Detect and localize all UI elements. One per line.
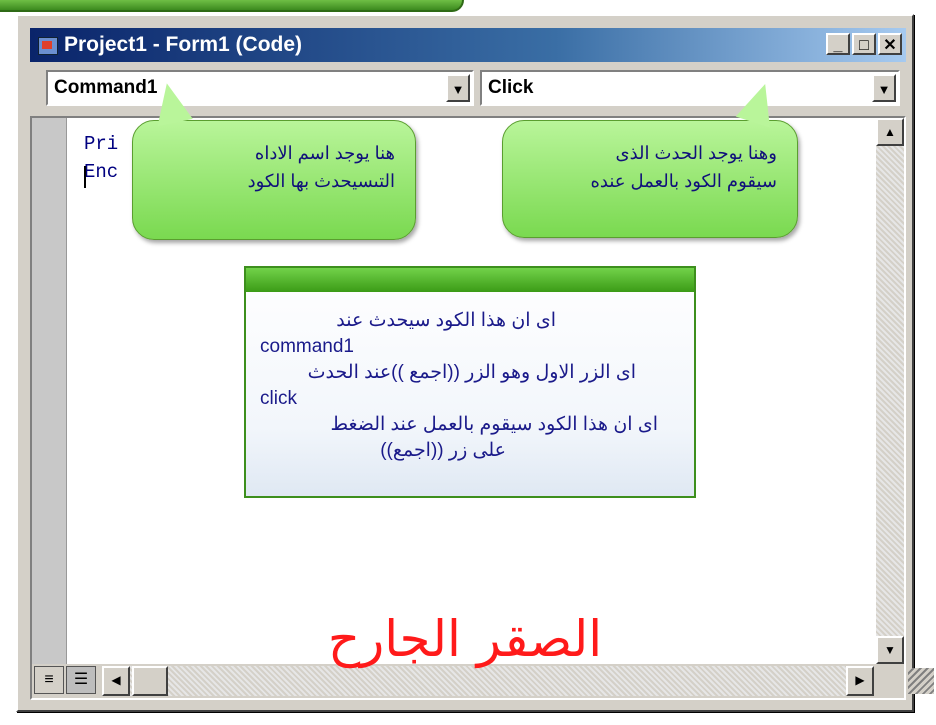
- procedure-view-icon[interactable]: ≡: [34, 666, 64, 694]
- close-button[interactable]: ✕: [878, 33, 902, 55]
- note-line: اى ان هذا الكود سيحدث عند: [336, 310, 556, 331]
- object-callout: هنا يوجد اسم الاداه التىسيحدث بها الكود: [132, 79, 416, 240]
- note-line: على زر ((اجمع)): [380, 440, 506, 461]
- event-callout-line2: سيقوم الكود بالعمل عنده: [590, 171, 777, 191]
- object-callout-line1: هنا يوجد اسم الاداه: [254, 143, 395, 163]
- note-line: اى ان هذا الكود سيقوم بالعمل عند الضغط: [330, 414, 658, 435]
- title-bar[interactable]: Project1 - Form1 (Code) _ □ ✕: [30, 28, 906, 62]
- note-header-band: [246, 268, 694, 292]
- note-line: اى الزر الاول وهو الزر ((اجمع ))عند الحد…: [307, 362, 636, 383]
- object-combobox-value: Command1: [54, 77, 158, 98]
- maximize-button[interactable]: □: [852, 33, 876, 55]
- window-title: Project1 - Form1 (Code): [64, 33, 303, 56]
- explanation-note: اى ان هذا الكود سيحدث عند command1 اى ال…: [244, 266, 696, 498]
- top-decoration-tab: [0, 0, 464, 12]
- margin-indicator-bar: [32, 118, 67, 664]
- event-callout: وهنا يوجد الحدث الذى سيقوم الكود بالعمل …: [502, 78, 798, 238]
- scroll-down-icon[interactable]: ▼: [876, 636, 904, 664]
- scroll-left-icon[interactable]: ◀: [102, 666, 130, 696]
- note-line: click: [260, 388, 297, 409]
- text-caret: [84, 166, 86, 188]
- minimize-button[interactable]: _: [826, 33, 850, 55]
- event-callout-line1: وهنا يوجد الحدث الذى: [615, 143, 777, 163]
- resize-grip-icon[interactable]: [908, 668, 934, 694]
- vertical-scrollbar[interactable]: ▲ ▼: [876, 118, 904, 664]
- note-line: command1: [260, 336, 354, 357]
- chevron-down-icon[interactable]: ▼: [446, 74, 470, 102]
- scroll-right-icon[interactable]: ▶: [846, 666, 874, 696]
- object-callout-line2: التىسيحدث بها الكود: [247, 171, 395, 191]
- author-signature: الصقر الجارح: [327, 610, 603, 668]
- event-combobox[interactable]: Click ▼: [480, 70, 900, 106]
- editor-bottom-bar: ≡ ☰ ◀ ▶: [32, 664, 934, 698]
- event-combobox-value: Click: [488, 77, 534, 98]
- chevron-down-icon[interactable]: ▼: [872, 74, 896, 102]
- object-combobox[interactable]: Command1 ▼: [46, 70, 474, 106]
- scroll-up-icon[interactable]: ▲: [876, 118, 904, 146]
- scrollbar-thumb[interactable]: [132, 666, 168, 696]
- vb-project-icon: [38, 37, 58, 55]
- horizontal-scrollbar[interactable]: ◀ ▶: [102, 666, 874, 696]
- full-module-view-icon[interactable]: ☰: [66, 666, 96, 694]
